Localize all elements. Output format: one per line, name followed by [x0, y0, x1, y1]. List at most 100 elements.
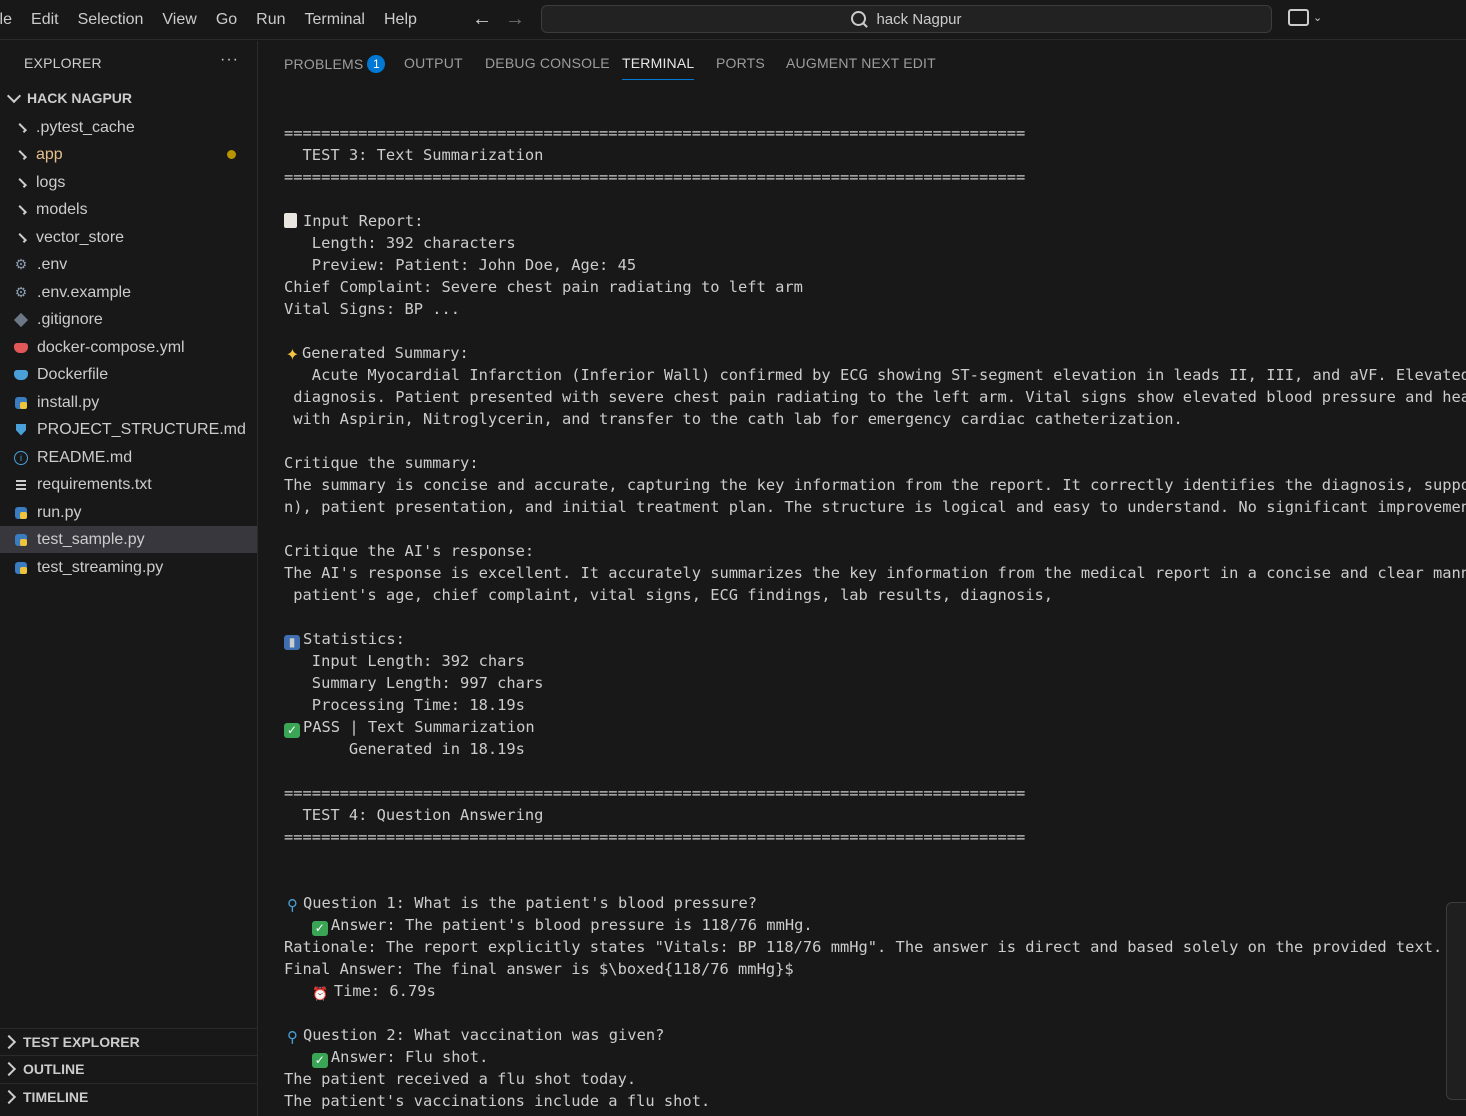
- explorer-sidebar: EXPLORER ··· HACK NAGPUR .pytest_cache a…: [0, 41, 258, 1116]
- terminal-line: The patient's vaccinations include a flu…: [284, 1090, 1466, 1112]
- terminal-line-text: ========================================…: [284, 168, 1026, 186]
- terminal-line: TEST 4: Question Answering: [284, 804, 1466, 826]
- tree-file-test-sample[interactable]: test_sample.py: [0, 526, 257, 553]
- tab-problems[interactable]: PROBLEMS 1: [284, 55, 386, 73]
- terminal-line-text: TEST 4: Question Answering: [284, 806, 544, 824]
- terminal-line-text: PASS | Text Summarization: [303, 718, 535, 736]
- terminal-line: The summary is concise and accurate, cap…: [284, 474, 1466, 496]
- terminal-output[interactable]: ========================================…: [284, 122, 1466, 1116]
- page-icon: [284, 213, 297, 228]
- terminal-line: ✦ Generated Summary:: [284, 342, 1466, 364]
- terminal-line-text: n), patient presentation, and initial tr…: [284, 498, 1466, 516]
- git-icon: [13, 312, 29, 327]
- tree-item-label: PROJECT_STRUCTURE.md: [37, 420, 246, 438]
- tree-file-run-py[interactable]: run.py: [0, 499, 257, 526]
- tree-folder-logs[interactable]: logs: [0, 169, 257, 196]
- terminal-line-text: Length: 392 characters: [284, 234, 516, 252]
- terminal-line-text: Vital Signs: BP ...: [284, 300, 461, 318]
- tree-folder-pytest-cache[interactable]: .pytest_cache: [0, 114, 257, 141]
- more-actions-icon[interactable]: ···: [220, 51, 239, 69]
- tree-item-label: .env: [37, 255, 68, 273]
- section-outline[interactable]: OUTLINE: [0, 1055, 257, 1082]
- back-arrow-icon[interactable]: ←: [472, 8, 492, 31]
- tree-file-readme[interactable]: i README.md: [0, 444, 257, 471]
- section-test-explorer[interactable]: TEST EXPLORER: [0, 1028, 257, 1055]
- tree-file-test-streaming[interactable]: test_streaming.py: [0, 554, 257, 581]
- tree-file-env[interactable]: ⚙ .env: [0, 251, 257, 278]
- terminal-line-text: Time: 6.79s: [333, 982, 436, 1000]
- tree-file-env-example[interactable]: ⚙ .env.example: [0, 279, 257, 306]
- command-center-search[interactable]: hack Nagpur: [541, 5, 1272, 33]
- tab-output[interactable]: OUTPUT: [404, 55, 463, 71]
- tree-item-label: .pytest_cache: [36, 118, 135, 136]
- tab-label: PROBLEMS: [284, 56, 364, 72]
- terminal-line: n), patient presentation, and initial tr…: [284, 496, 1466, 518]
- tree-folder-app[interactable]: app: [0, 141, 257, 168]
- tree-item-label: Dockerfile: [37, 365, 109, 383]
- chat-button[interactable]: ⌄: [1288, 9, 1322, 26]
- terminal-line: Rationale: The report explicitly states …: [284, 936, 1466, 958]
- workspace-folder-header[interactable]: HACK NAGPUR: [4, 88, 132, 106]
- terminal-line: diagnosis. Patient presented with severe…: [284, 386, 1466, 408]
- terminal-line: ✓ Answer: The patient's blood pressure is…: [284, 914, 1466, 936]
- tree-file-requirements[interactable]: requirements.txt: [0, 471, 257, 498]
- title-bar: ile Edit Selection View Go Run Terminal …: [0, 0, 1466, 40]
- explorer-title: EXPLORER: [24, 55, 102, 71]
- chevron-right-icon: [17, 204, 27, 215]
- forward-arrow-icon[interactable]: →: [505, 8, 525, 31]
- terminal-line: Length: 392 characters: [284, 232, 1466, 254]
- terminal-line-text: patient's age, chief complaint, vital si…: [284, 586, 1054, 604]
- chevron-right-icon: [17, 122, 27, 133]
- chevron-right-icon: [1, 1061, 17, 1077]
- tree-item-label: docker-compose.yml: [37, 338, 185, 356]
- search-icon: [851, 10, 867, 26]
- chevron-right-icon: [1, 1034, 17, 1050]
- python-icon: [15, 533, 27, 546]
- modified-dot-icon: [227, 150, 236, 159]
- tree-file-gitignore[interactable]: .gitignore: [0, 306, 257, 333]
- side-panel-handle[interactable]: [1446, 902, 1466, 1100]
- terminal-line-text: Chief Complaint: Severe chest pain radia…: [284, 278, 803, 296]
- tree-item-label: README.md: [37, 448, 133, 466]
- tree-folder-models[interactable]: models: [0, 196, 257, 223]
- section-label: OUTLINE: [23, 1061, 85, 1077]
- terminal-line-text: Summary Length: 997 chars: [284, 674, 544, 692]
- terminal-line-text: Rationale: The report explicitly states …: [284, 938, 1443, 956]
- terminal-line-text: Question 2: What vaccination was given?: [303, 1026, 665, 1044]
- info-icon: i: [14, 450, 28, 465]
- menu-selection[interactable]: Selection: [78, 11, 144, 29]
- text-lines-icon: [16, 479, 26, 490]
- menu-view[interactable]: View: [162, 11, 196, 29]
- section-label: TIMELINE: [23, 1089, 89, 1105]
- tab-augment-next-edit[interactable]: AUGMENT NEXT EDIT: [786, 55, 936, 71]
- check-icon: ✓: [311, 1053, 328, 1068]
- tab-terminal[interactable]: TERMINAL: [622, 55, 695, 80]
- terminal-line-text: Generated Summary:: [302, 344, 469, 362]
- section-timeline[interactable]: TIMELINE: [0, 1083, 257, 1110]
- terminal-line-text: Answer: The patient's blood pressure is …: [330, 916, 813, 934]
- tab-debug-console[interactable]: DEBUG CONSOLE: [485, 55, 610, 71]
- tree-file-docker-compose[interactable]: docker-compose.yml: [0, 334, 257, 361]
- menu-edit[interactable]: Edit: [31, 11, 59, 29]
- tab-ports[interactable]: PORTS: [716, 55, 765, 71]
- tree-file-dockerfile[interactable]: Dockerfile: [0, 361, 257, 388]
- tree-item-label: .gitignore: [37, 310, 103, 328]
- tree-item-label: .env.example: [37, 283, 131, 301]
- python-icon: [15, 396, 27, 409]
- terminal-line-text: Preview: Patient: John Doe, Age: 45: [284, 256, 637, 274]
- menu-help[interactable]: Help: [384, 11, 417, 29]
- menu-go[interactable]: Go: [216, 11, 237, 29]
- problems-count-badge: 1: [367, 55, 386, 73]
- docker-icon: [14, 342, 28, 353]
- tree-folder-vector-store[interactable]: vector_store: [0, 224, 257, 251]
- chevron-down-icon: [6, 88, 22, 104]
- menu-terminal[interactable]: Terminal: [305, 11, 365, 29]
- menu-run[interactable]: Run: [256, 11, 285, 29]
- menu-file[interactable]: ile: [0, 11, 12, 29]
- tree-file-install-py[interactable]: install.py: [0, 389, 257, 416]
- tree-file-project-structure[interactable]: PROJECT_STRUCTURE.md: [0, 416, 257, 443]
- terminal-line: patient's age, chief complaint, vital si…: [284, 584, 1466, 606]
- gear-icon: ⚙: [14, 256, 28, 272]
